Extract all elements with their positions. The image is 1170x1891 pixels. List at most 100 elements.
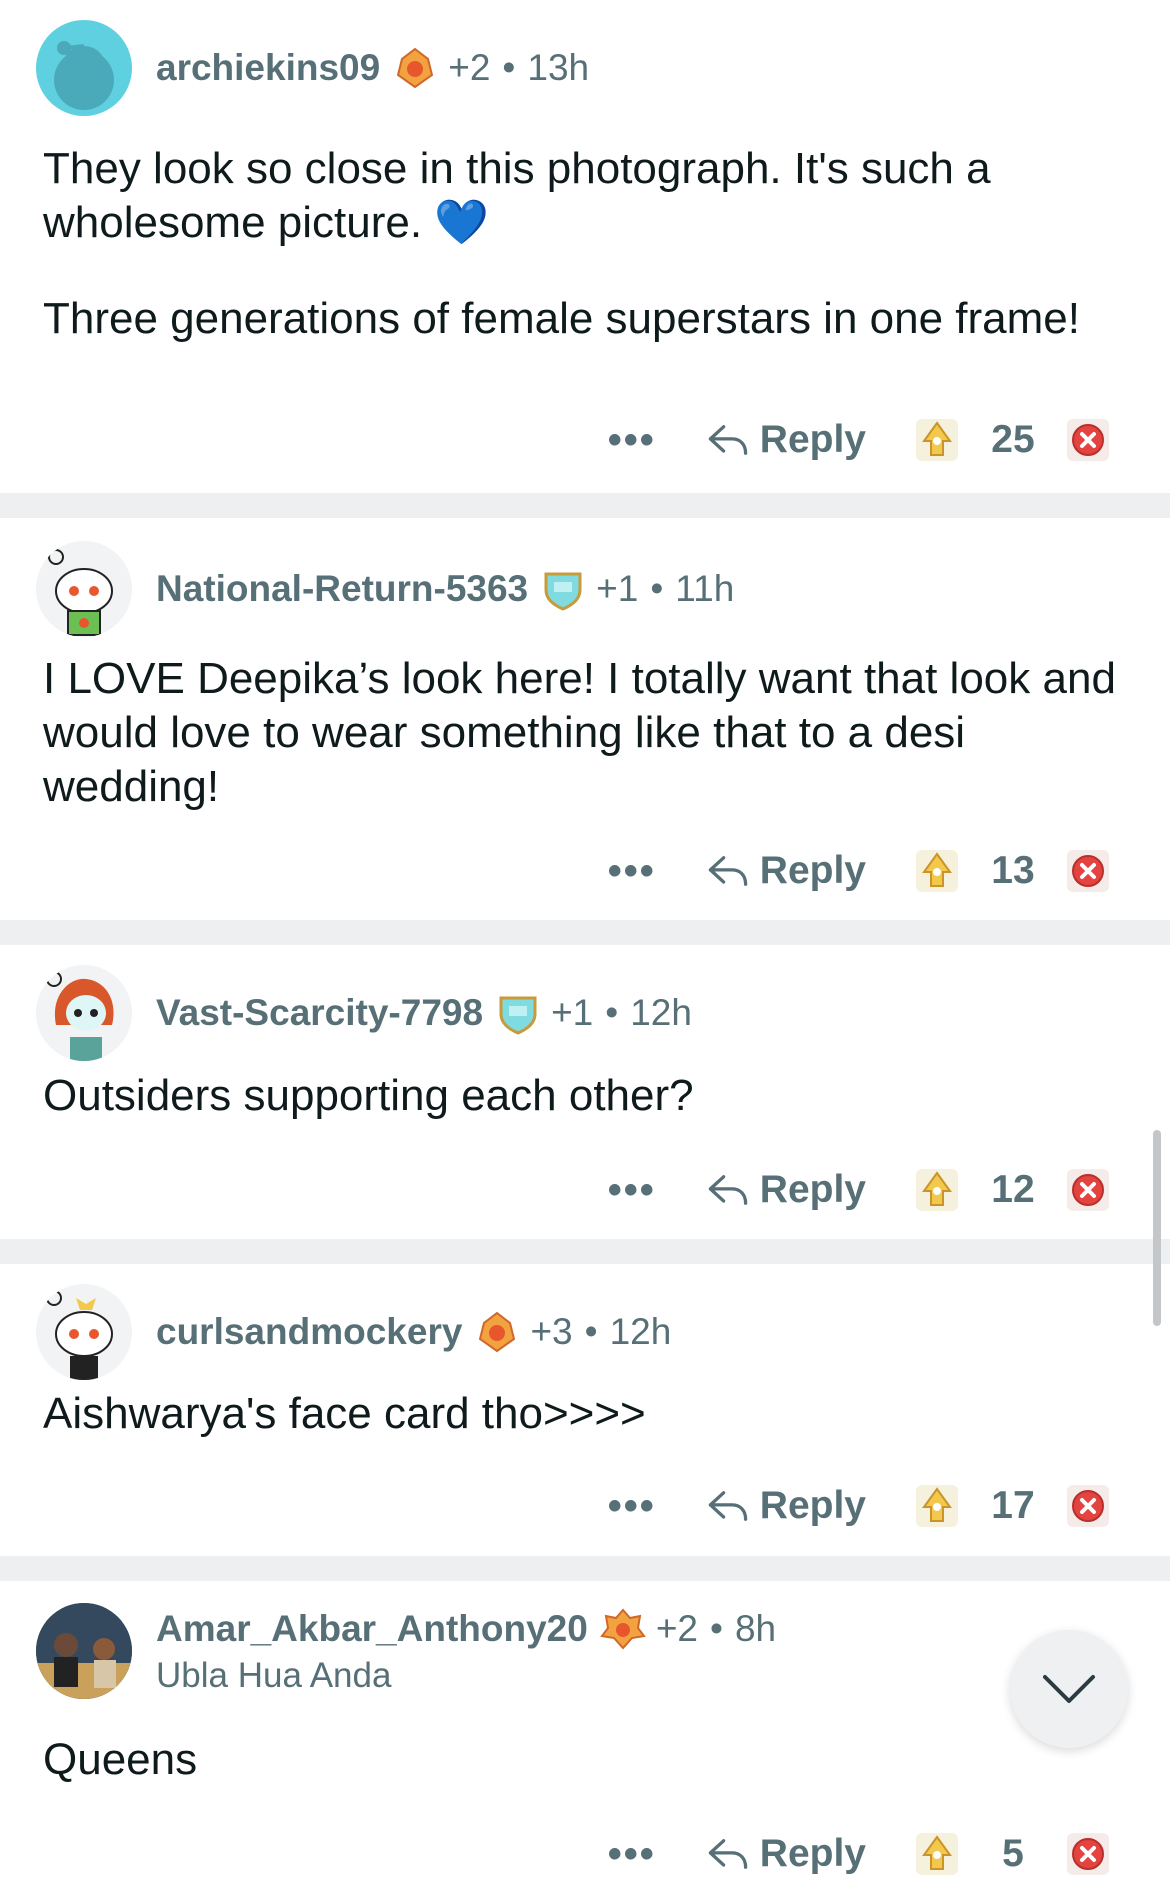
profile-photo-icon (36, 1603, 132, 1699)
comment-header: Amar_Akbar_Anthony20 +2 • 8h Ubla Hua An… (36, 1603, 776, 1699)
timestamp: 12h (609, 1311, 672, 1352)
avatar[interactable] (36, 965, 132, 1061)
reply-arrow-icon (706, 849, 750, 893)
scroll-down-button[interactable] (1010, 1630, 1128, 1748)
comment-meta: curlsandmockery +3 • 12h (156, 1309, 671, 1355)
timestamp: 11h (675, 568, 735, 609)
dot-separator: • (650, 568, 664, 609)
comment: curlsandmockery +3 • 12h Aishwarya's fac… (0, 1264, 1170, 1556)
reply-arrow-icon (706, 1484, 750, 1528)
reply-button[interactable]: Reply (706, 1484, 866, 1528)
snoo-avatar-icon (46, 971, 114, 1061)
comment-body: Queens (43, 1733, 1130, 1829)
orange-flame-badge-icon (397, 47, 434, 89)
vote-score: 13 (991, 849, 1035, 892)
avatar[interactable] (36, 541, 132, 637)
upvote-award-icon[interactable] (914, 848, 960, 894)
more-options-button[interactable]: ••• (608, 849, 656, 894)
username[interactable]: curlsandmockery (156, 1311, 462, 1353)
dot-separator: • (605, 992, 619, 1033)
comment-meta: Amar_Akbar_Anthony20 +2 • 8h Ubla Hua An… (156, 1606, 776, 1696)
reply-arrow-icon (706, 418, 750, 462)
comment: archiekins09 +2 • 13h They look so close… (0, 0, 1170, 493)
reply-label: Reply (759, 418, 866, 461)
downvote-x-icon[interactable] (1066, 1832, 1110, 1876)
comment-actions: ••• Reply 13 (608, 848, 1110, 894)
reply-arrow-icon (706, 1832, 750, 1876)
timestamp: 12h (630, 992, 692, 1033)
comment-header: National-Return-5363 +1 • 11h (36, 541, 734, 637)
vote-score: 5 (1002, 1832, 1024, 1875)
comment-body: They look so close in this photograph. I… (43, 142, 1130, 388)
comment-divider (0, 493, 1170, 518)
awards-count: +1 (551, 992, 594, 1033)
comment-meta: National-Return-5363 +1 • 11h (156, 566, 734, 612)
awards-count: +3 (530, 1311, 573, 1352)
dot-separator: • (584, 1311, 598, 1352)
vote-score: 12 (991, 1168, 1035, 1211)
timestamp: 8h (734, 1608, 777, 1649)
upvote-award-icon[interactable] (914, 1483, 960, 1529)
comment-text: I LOVE Deepika’s look here! I totally wa… (43, 654, 1116, 811)
comment-text: Outsiders supporting each other? (43, 1071, 694, 1120)
reply-button[interactable]: Reply (706, 418, 866, 462)
comment-meta: Vast-Scarcity-7798 +1 • 12h (156, 990, 692, 1036)
comment-text: Aishwarya's face card tho>>>> (43, 1389, 646, 1438)
reply-label: Reply (759, 1832, 866, 1875)
comment-header: curlsandmockery +3 • 12h (36, 1284, 671, 1380)
comment-divider (0, 920, 1170, 945)
snoo-avatar-icon (46, 1290, 113, 1380)
downvote-x-icon[interactable] (1066, 1484, 1110, 1528)
comment-body: Outsiders supporting each other? (43, 1069, 1130, 1165)
more-options-button[interactable]: ••• (608, 1484, 656, 1529)
comment: National-Return-5363 +1 • 11h I LOVE Dee… (0, 518, 1170, 920)
reply-arrow-icon (706, 1168, 750, 1212)
upvote-award-icon[interactable] (914, 1167, 960, 1213)
reply-label: Reply (759, 849, 866, 892)
comment-meta: archiekins09 +2 • 13h (156, 45, 589, 91)
comment-divider (0, 1239, 1170, 1264)
downvote-x-icon[interactable] (1066, 418, 1110, 462)
shield-badge-icon (499, 996, 537, 1035)
awards-count: +1 (596, 568, 639, 609)
avatar[interactable] (36, 1603, 132, 1699)
username[interactable]: archiekins09 (156, 47, 380, 89)
downvote-x-icon[interactable] (1066, 1168, 1110, 1212)
scrollbar[interactable] (1153, 1130, 1161, 1326)
comment-header: archiekins09 +2 • 13h (36, 20, 589, 116)
comment-text: They look so close in this photograph. I… (43, 144, 991, 247)
orange-flame-badge-icon (600, 1608, 646, 1650)
comment-text: Queens (43, 1735, 198, 1784)
vote-score: 25 (991, 418, 1035, 461)
comment-body: I LOVE Deepika’s look here! I totally wa… (43, 652, 1130, 856)
avatar[interactable] (36, 1284, 132, 1380)
dot-separator: • (710, 1608, 723, 1649)
reply-button[interactable]: Reply (706, 1168, 866, 1212)
comment-actions: ••• Reply 17 (608, 1483, 1110, 1529)
username[interactable]: Amar_Akbar_Anthony20 (156, 1608, 588, 1650)
username[interactable]: Vast-Scarcity-7798 (156, 992, 483, 1034)
dot-separator: • (502, 47, 516, 88)
upvote-award-icon[interactable] (914, 1831, 960, 1877)
more-options-button[interactable]: ••• (608, 1168, 656, 1213)
avatar[interactable] (36, 20, 132, 116)
more-options-button[interactable]: ••• (608, 418, 656, 463)
more-options-button[interactable]: ••• (608, 1832, 656, 1877)
comment-text: Three generations of female superstars i… (43, 294, 1080, 343)
awards-count: +2 (448, 47, 491, 88)
upvote-award-icon[interactable] (914, 417, 960, 463)
reply-button[interactable]: Reply (706, 1832, 866, 1876)
timestamp: 13h (527, 47, 590, 88)
downvote-x-icon[interactable] (1066, 849, 1110, 893)
comment-divider (0, 1556, 1170, 1581)
reply-label: Reply (759, 1484, 866, 1527)
username[interactable]: National-Return-5363 (156, 568, 528, 610)
reply-button[interactable]: Reply (706, 849, 866, 893)
user-flair: Ubla Hua Anda (156, 1656, 392, 1695)
vote-score: 17 (991, 1484, 1035, 1527)
comment-body: Aishwarya's face card tho>>>> (43, 1387, 1130, 1483)
snoo-avatar-icon (48, 549, 113, 636)
comment-actions: ••• Reply 25 (608, 417, 1110, 463)
chevron-down-icon (1043, 1675, 1095, 1703)
snoo-avatar-icon (54, 41, 114, 110)
